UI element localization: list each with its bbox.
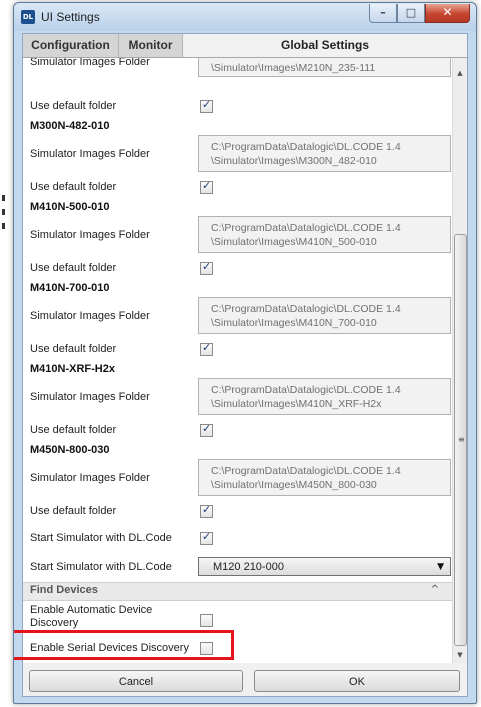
use-default-checkbox[interactable]: ✓: [200, 179, 213, 194]
minimize-icon: –: [380, 6, 386, 19]
use-default-label: Use default folder: [30, 505, 117, 517]
start-simulator-label: Start Simulator with DL.Code: [30, 532, 172, 544]
use-default-label: Use default folder: [30, 100, 117, 112]
section-title: Find Devices: [30, 584, 98, 596]
folder-path-line1: C:\ProgramData\Datalogic\DL.CODE 1.4: [211, 303, 401, 315]
tab-configuration[interactable]: Configuration: [23, 34, 119, 57]
selected-model: M120 210-000: [213, 561, 284, 573]
checkmark-icon: ✓: [202, 503, 212, 516]
model-heading: M410N-XRF-H2x: [30, 363, 115, 375]
folder-input[interactable]: \Simulator\Images\M210N_235-111: [198, 58, 451, 77]
maximize-button[interactable]: □: [397, 4, 425, 23]
folder-label: Simulator Images Folder: [30, 148, 150, 160]
folder-path-line1: C:\ProgramData\Datalogic\DL.CODE 1.4: [211, 465, 401, 477]
chevron-down-icon: ▼: [437, 562, 444, 572]
folder-input[interactable]: C:\ProgramData\Datalogic\DL.CODE 1.4 \Si…: [198, 216, 451, 253]
checkmark-icon: ✓: [202, 422, 212, 435]
auto-discovery-checkbox[interactable]: [200, 614, 213, 627]
tab-bar: Configuration Monitor Global Settings: [23, 34, 467, 58]
window-title: UI Settings: [41, 10, 100, 24]
serial-discovery-label: Enable Serial Devices Discovery: [30, 642, 189, 654]
settings-scroll-area[interactable]: Simulator Images Folder \Simulator\Image…: [23, 58, 453, 663]
folder-path: \Simulator\Images\M210N_235-111: [211, 62, 376, 74]
dialog-footer: Cancel OK: [23, 663, 467, 696]
folder-path-line2: \Simulator\Images\M410N_700-010: [211, 317, 377, 329]
start-simulator-checkbox[interactable]: ✓: [200, 530, 213, 545]
maximize-icon: □: [405, 6, 417, 19]
folder-label: Simulator Images Folder: [30, 472, 150, 484]
folder-label: Simulator Images Folder: [30, 391, 150, 403]
checkmark-icon: ✓: [202, 98, 212, 111]
folder-path-line1: C:\ProgramData\Datalogic\DL.CODE 1.4: [211, 222, 401, 234]
folder-path-line2: \Simulator\Images\M450N_800-030: [211, 479, 377, 491]
folder-path-line1: C:\ProgramData\Datalogic\DL.CODE 1.4: [211, 384, 401, 396]
cancel-button[interactable]: Cancel: [29, 670, 243, 692]
close-button[interactable]: ✕: [425, 4, 470, 23]
checkmark-icon: ✓: [202, 530, 212, 543]
simulator-model-select[interactable]: M120 210-000 ▼: [198, 557, 451, 576]
tab-monitor[interactable]: Monitor: [119, 34, 183, 57]
model-heading: M300N-482-010: [30, 120, 110, 132]
use-default-checkbox[interactable]: ✓: [200, 503, 213, 518]
folder-label: Simulator Images Folder: [30, 229, 150, 241]
checkmark-icon: ✓: [202, 260, 212, 273]
use-default-label: Use default folder: [30, 343, 117, 355]
model-heading: M410N-700-010: [30, 282, 110, 294]
dialog-content: Configuration Monitor Global Settings Si…: [14, 33, 468, 697]
folder-input[interactable]: C:\ProgramData\Datalogic\DL.CODE 1.4 \Si…: [198, 135, 451, 172]
folder-label: Simulator Images Folder: [30, 58, 150, 68]
background-strip: [0, 0, 12, 707]
folder-path-line2: \Simulator\Images\M300N_482-010: [211, 155, 377, 167]
app-logo-icon: DL: [21, 10, 35, 24]
background-marks: [2, 195, 5, 235]
auto-discovery-label: Enable Automatic Device Discovery: [30, 604, 153, 629]
folder-path-line2: \Simulator\Images\M410N_500-010: [211, 236, 377, 248]
checkmark-icon: ✓: [202, 179, 212, 192]
ui-settings-window: DL UI Settings – □ ✕ Configuration Monit…: [13, 2, 477, 704]
folder-label: Simulator Images Folder: [30, 310, 150, 322]
vertical-scrollbar[interactable]: ▲ ≡ ▼: [452, 58, 467, 663]
model-heading: M410N-500-010: [30, 201, 110, 213]
folder-path-line2: \Simulator\Images\M410N_XRF-H2x: [211, 398, 382, 410]
scroll-down-icon[interactable]: ▼: [453, 648, 467, 662]
use-default-label: Use default folder: [30, 424, 117, 436]
chevron-up-icon: ^: [430, 584, 439, 595]
title-bar[interactable]: DL UI Settings – □ ✕: [14, 3, 476, 31]
folder-path-line1: C:\ProgramData\Datalogic\DL.CODE 1.4: [211, 141, 401, 153]
minimize-button[interactable]: –: [369, 4, 397, 23]
find-devices-section-header[interactable]: Find Devices ^: [23, 582, 453, 601]
use-default-checkbox[interactable]: ✓: [200, 260, 213, 275]
scrollbar-thumb[interactable]: ≡: [454, 234, 467, 646]
checkmark-icon: ✓: [202, 341, 212, 354]
serial-discovery-checkbox[interactable]: [200, 642, 213, 655]
close-icon: ✕: [442, 5, 453, 19]
use-default-checkbox[interactable]: ✓: [200, 341, 213, 356]
grip-icon: ≡: [458, 435, 465, 444]
use-default-label: Use default folder: [30, 262, 117, 274]
use-default-checkbox[interactable]: ✓: [200, 422, 213, 437]
window-controls: – □ ✕: [369, 4, 470, 23]
scroll-up-icon[interactable]: ▲: [453, 66, 467, 80]
start-simulator-model-label: Start Simulator with DL.Code: [30, 561, 172, 573]
use-default-checkbox[interactable]: ✓: [200, 98, 213, 113]
tab-global-settings[interactable]: Global Settings: [183, 34, 467, 57]
folder-input[interactable]: C:\ProgramData\Datalogic\DL.CODE 1.4 \Si…: [198, 297, 451, 334]
ok-button[interactable]: OK: [254, 670, 460, 692]
folder-input[interactable]: C:\ProgramData\Datalogic\DL.CODE 1.4 \Si…: [198, 459, 451, 496]
folder-input[interactable]: C:\ProgramData\Datalogic\DL.CODE 1.4 \Si…: [198, 378, 451, 415]
model-heading: M450N-800-030: [30, 444, 110, 456]
use-default-label: Use default folder: [30, 181, 117, 193]
